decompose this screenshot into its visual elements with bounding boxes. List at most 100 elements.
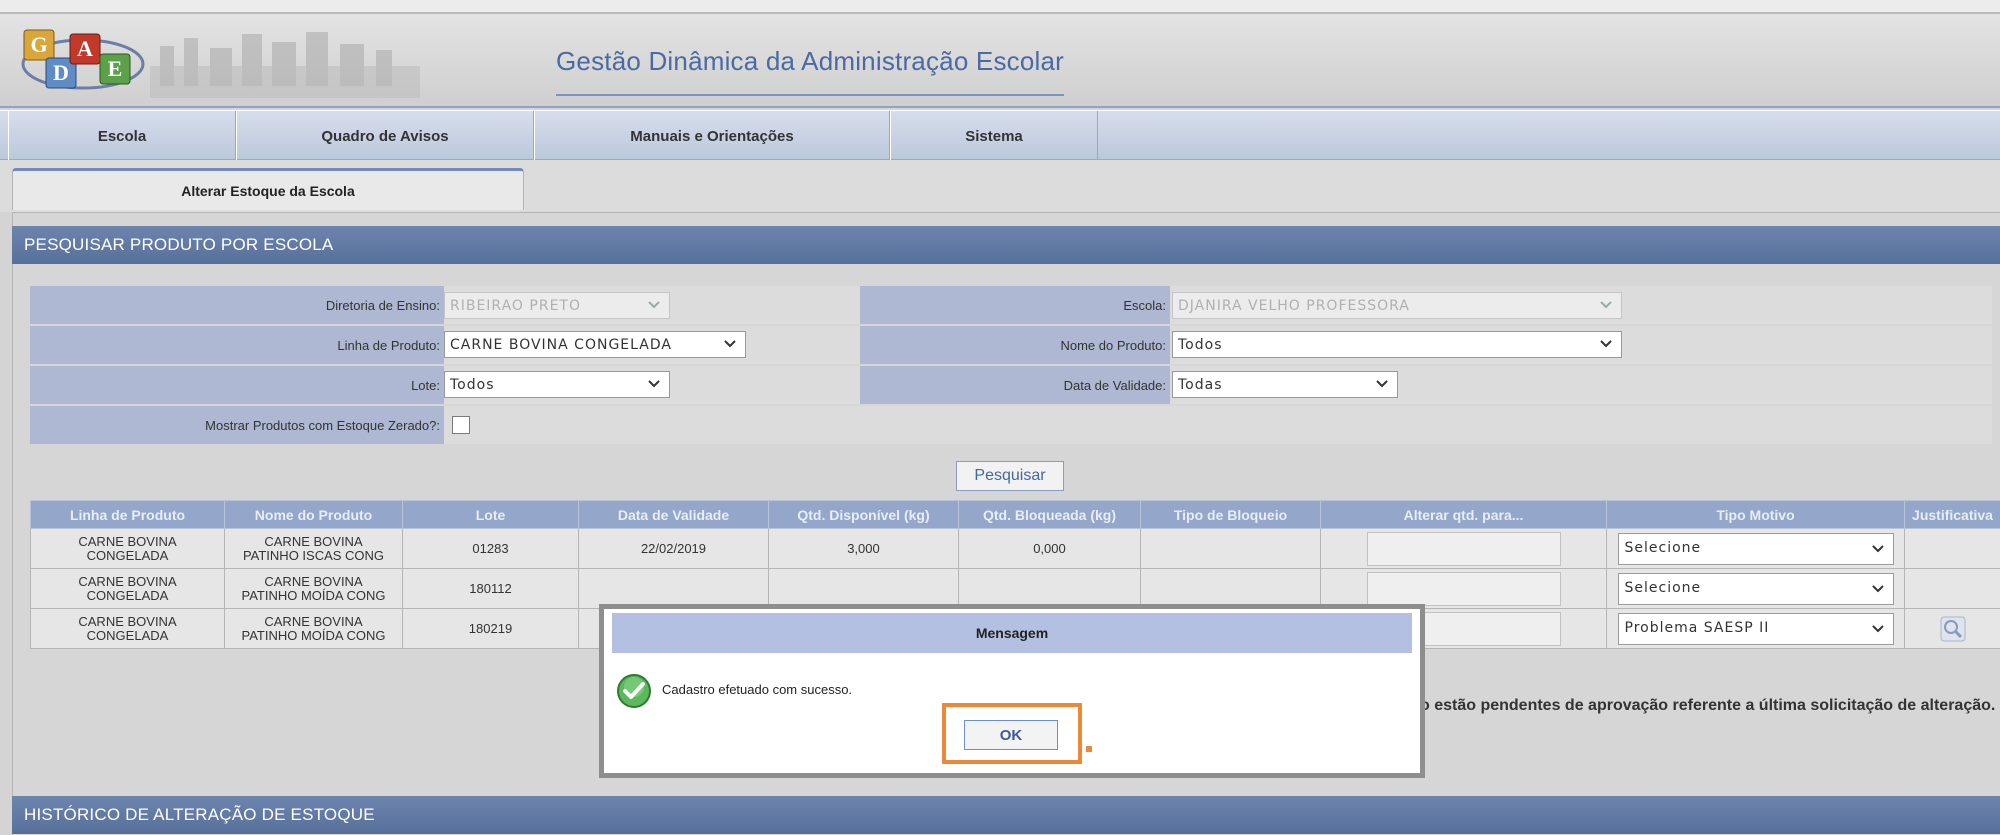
linha-line1: CARNE BOVINA [78,533,177,549]
cell-justificativa [1904,528,2000,569]
cell-lote: 180112 [402,568,579,609]
validade-value: Todas [1178,376,1223,393]
tipo-motivo-select[interactable]: Selecione [1617,532,1894,565]
chevron-down-icon [1871,544,1884,552]
building-watermark [150,32,420,98]
escola-value: DJANIRA VELHO PROFESSORA [1178,297,1410,314]
estoque-zerado-label: Mostrar Produtos com Estoque Zerado?: [30,406,444,444]
tab-alterar-estoque[interactable]: Alterar Estoque da Escola [12,168,524,210]
menu-item-sistema[interactable]: Sistema [890,111,1098,161]
col-alterar-qtd: Alterar qtd. para... [1320,500,1607,529]
cell-motivo: Selecione [1606,568,1905,609]
validade-label: Data de Validade: [860,366,1170,404]
chevron-down-icon [1600,301,1612,309]
col-linha-produto: Linha de Produto [30,500,225,529]
cell-linha: CARNE BOVINA CONGELADA [30,568,225,609]
cell-tipo-bloqueio [1140,568,1321,609]
menu-item-escola[interactable]: Escola [8,111,236,161]
tipo-motivo-value: Selecione [1624,579,1702,596]
search-section-header: PESQUISAR PRODUTO POR ESCOLA [12,226,2000,264]
linha-label: Linha de Produto: [30,326,444,364]
menu-item-quadro-de-avisos[interactable]: Quadro de Avisos [236,111,534,161]
diretoria-value: RIBEIRAO PRETO [450,297,581,314]
cell-tipo-bloqueio [1140,528,1321,569]
diretoria-select: RIBEIRAO PRETO [444,292,670,319]
main-menu: Escola Quadro de Avisos Manuais e Orient… [0,110,2000,161]
estoque-zerado-checkbox[interactable] [452,416,470,434]
nome-produto-label: Nome do Produto: [860,326,1170,364]
nome-line2: PATINHO MOÍDA CONG [241,627,386,643]
col-tipo-motivo: Tipo Motivo [1606,500,1905,529]
chevron-down-icon [1600,340,1612,348]
cell-bloqueada [958,568,1141,609]
tipo-motivo-select[interactable]: Problema SAESP II [1617,612,1894,645]
col-lote: Lote [402,500,579,529]
lote-value: Todos [450,376,495,393]
tipo-motivo-select[interactable]: Selecione [1617,572,1894,605]
alterar-qtd-input[interactable] [1366,531,1561,566]
nome-line2: PATINHO ISCAS CONG [242,547,385,563]
cell-lote: 01283 [402,528,579,569]
nome-produto-value: Todos [1178,336,1223,353]
col-qtd-disponivel: Qtd. Disponível (kg) [768,500,959,529]
chevron-down-icon [1376,380,1388,388]
diretoria-label: Diretoria de Ensino: [30,286,444,324]
cell-disponivel [768,568,959,609]
linha-select[interactable]: CARNE BOVINA CONGELADA [444,331,746,358]
logo-letter-d: D [53,60,69,85]
cell-motivo: Problema SAESP II [1606,608,1905,649]
app-header: G D A E Gestão Dinâmica da Administração… [0,14,2000,108]
cell-disponivel: 3,000 [768,528,959,569]
linha-line1: CARNE BOVINA [78,613,177,629]
estoque-zerado-cell [444,406,1992,444]
cell-validade: 22/02/2019 [578,528,769,569]
dialog-message: Cadastro efetuado com sucesso. [662,682,853,697]
title-underline [556,94,1064,96]
alterar-qtd-input[interactable] [1366,571,1561,606]
linha-line1: CARNE BOVINA [78,573,177,589]
lote-select[interactable]: Todos [444,371,670,398]
pesquisar-button[interactable]: Pesquisar [956,461,1064,491]
pending-approval-notice: o estão pendentes de aprovação referente… [1420,697,1996,714]
col-qtd-bloqueada: Qtd. Bloqueada (kg) [958,500,1141,529]
cell-justificativa [1904,608,2000,649]
nome-line1: CARNE BOVINA [264,573,363,589]
cell-linha: CARNE BOVINA CONGELADA [30,608,225,649]
tipo-motivo-value: Selecione [1624,539,1702,556]
validade-select[interactable]: Todas [1172,371,1398,398]
lote-label: Lote: [30,366,444,404]
app-title: Gestão Dinâmica da Administração Escolar [556,46,1065,76]
menu-item-manuais[interactable]: Manuais e Orientações [534,111,890,161]
table-header-row: Linha de Produto Nome do Produto Lote Da… [30,500,2000,529]
highlight-dot [1086,746,1092,752]
chevron-down-icon [724,340,736,348]
linha-value: CARNE BOVINA CONGELADA [450,336,672,353]
logo-letter-a: A [77,36,93,61]
escola-select: DJANIRA VELHO PROFESSORA [1172,292,1622,319]
cell-bloqueada: 0,000 [958,528,1141,569]
linha-line2: CONGELADA [86,627,169,643]
chevron-down-icon [648,301,660,309]
escola-label: Escola: [860,286,1170,324]
top-strip [0,0,2000,14]
linha-line2: CONGELADA [86,547,169,563]
nome-line2: PATINHO MOÍDA CONG [241,587,386,603]
nome-line1: CARNE BOVINA [264,613,363,629]
table-row: CARNE BOVINA CONGELADA CARNE BOVINA PATINH… [30,568,2000,609]
cell-nome: CARNE BOVINA PATINHO ISCAS CONG [224,528,403,569]
dialog-title: Mensagem [612,613,1412,653]
nome-line1: CARNE BOVINA [264,533,363,549]
cell-justificativa [1904,568,2000,609]
gdae-logo: G D A E [21,29,145,90]
chevron-down-icon [648,380,660,388]
cell-nome: CARNE BOVINA PATINHO MOÍDA CONG [224,568,403,609]
ok-button[interactable]: OK [964,720,1058,750]
magnifier-icon[interactable] [1940,616,1966,642]
logo-letter-g: G [30,32,47,57]
cell-lote: 180219 [402,608,579,649]
col-tipo-bloqueio: Tipo de Bloqueio [1140,500,1321,529]
col-data-validade: Data de Validade [578,500,769,529]
col-justificativa: Justificativa [1904,500,2000,529]
nome-produto-select[interactable]: Todos [1172,331,1622,358]
cell-nome: CARNE BOVINA PATINHO MOÍDA CONG [224,608,403,649]
